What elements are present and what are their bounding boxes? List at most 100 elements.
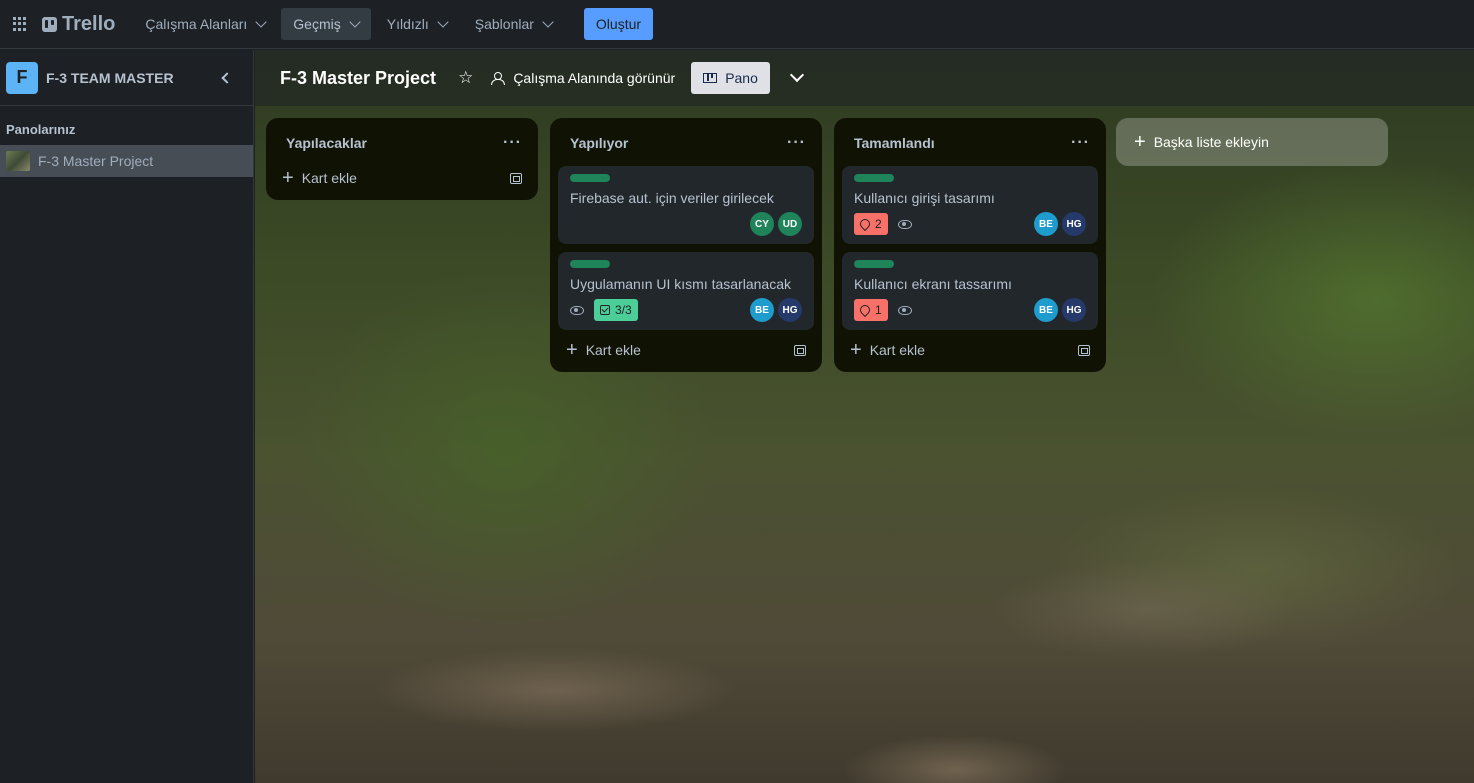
visibility-label: Çalışma Alanında görünür xyxy=(513,70,676,86)
card-title: Kullanıcı ekranı tassarımı xyxy=(854,276,1012,292)
checklist-icon xyxy=(600,305,610,315)
plus-icon: + xyxy=(850,339,862,361)
watch-icon xyxy=(897,219,912,229)
card-members: BE HG xyxy=(1034,212,1086,236)
boards-section-title: Panolarınız xyxy=(6,122,76,137)
trello-logo[interactable]: Trello xyxy=(42,13,115,36)
card[interactable]: Uygulamanın UI kısmı tasarlanacak 3/3 BE… xyxy=(558,252,814,330)
nav-workspaces-label: Çalışma Alanları xyxy=(145,16,248,32)
nav-starred[interactable]: Yıldızlı xyxy=(375,8,459,40)
watch-icon xyxy=(897,305,912,315)
add-card-label: Kart ekle xyxy=(869,342,925,358)
collapse-sidebar-button[interactable] xyxy=(211,64,239,92)
card-badges: 1 BE HG xyxy=(854,298,1086,322)
nav-recent[interactable]: Geçmiş xyxy=(281,8,371,40)
list-todo: Yapılacaklar ··· + Kart ekle xyxy=(266,118,538,200)
board-view-icon xyxy=(703,73,718,83)
list-header: Yapılacaklar ··· xyxy=(274,126,530,158)
chevron-down-icon[interactable] xyxy=(789,67,804,83)
chevron-down-icon xyxy=(349,16,361,28)
comment-badge: 1 xyxy=(854,299,888,321)
nav-templates-label: Şablonlar xyxy=(474,16,534,32)
board-thumbnail xyxy=(6,151,30,171)
board-canvas: F-3 Master Project ☆ Çalışma Alanında gö… xyxy=(255,50,1474,783)
chevron-down-icon xyxy=(542,16,554,28)
avatar[interactable]: BE xyxy=(750,298,774,322)
chevron-down-icon xyxy=(437,16,449,28)
badge-count: 1 xyxy=(875,303,882,317)
card[interactable]: Firebase aut. için veriler girilecek CY … xyxy=(558,166,814,244)
more-options-icon[interactable]: ··· xyxy=(1071,134,1090,152)
card-template-icon[interactable] xyxy=(510,172,522,184)
list-header: Yapılıyor ··· xyxy=(558,126,814,158)
card-label-green[interactable] xyxy=(854,260,894,268)
list-header: Tamamlandı ··· xyxy=(842,126,1098,158)
card-badges: 3/3 BE HG xyxy=(570,298,802,322)
watch-icon xyxy=(570,305,584,315)
logo-text: Trello xyxy=(62,12,116,35)
checklist-badge: 3/3 xyxy=(594,299,638,321)
add-card-button[interactable]: + Kart ekle xyxy=(558,334,814,366)
plus-icon: + xyxy=(282,167,294,189)
card[interactable]: Kullanıcı girişi tasarımı 2 BE HG xyxy=(842,166,1098,244)
add-card-button[interactable]: + Kart ekle xyxy=(842,334,1098,366)
badge-count: 2 xyxy=(875,217,882,231)
plus-icon: + xyxy=(1134,131,1146,153)
add-list-button[interactable]: + Başka liste ekleyin xyxy=(1116,118,1388,166)
plus-icon: + xyxy=(566,339,578,361)
list-title[interactable]: Yapılacaklar xyxy=(286,135,367,151)
card-template-icon[interactable] xyxy=(1078,344,1090,356)
workspace-header: F F-3 TEAM MASTER xyxy=(0,50,253,106)
add-card-button[interactable]: + Kart ekle xyxy=(274,162,530,194)
avatar[interactable]: HG xyxy=(1062,298,1086,322)
card-template-icon[interactable] xyxy=(794,344,806,356)
top-navigation-bar: Trello Çalışma Alanları Geçmiş Yıldızlı … xyxy=(0,0,1474,49)
list-title[interactable]: Yapılıyor xyxy=(570,135,628,151)
card-members: CY UD xyxy=(750,212,802,236)
board-header: F-3 Master Project ☆ Çalışma Alanında gö… xyxy=(255,50,1474,106)
sidebar-board-label: F-3 Master Project xyxy=(38,153,154,169)
workspace-name[interactable]: F-3 TEAM MASTER xyxy=(46,70,211,86)
list-done: Tamamlandı ··· Kullanıcı girişi tasarımı… xyxy=(834,118,1106,372)
workspace-avatar[interactable]: F xyxy=(6,61,38,94)
nav-templates[interactable]: Şablonlar xyxy=(463,8,564,40)
board-view-button[interactable]: Pano xyxy=(691,62,770,94)
avatar[interactable]: CY xyxy=(750,212,774,236)
board-title[interactable]: F-3 Master Project xyxy=(280,68,436,89)
add-card-label: Kart ekle xyxy=(301,170,357,186)
card-badges: 2 BE HG xyxy=(854,212,1086,236)
visibility-button[interactable]: Çalışma Alanında görünür xyxy=(491,70,675,86)
avatar[interactable]: BE xyxy=(1034,298,1058,322)
card-members: BE HG xyxy=(1034,298,1086,322)
card[interactable]: Kullanıcı ekranı tassarımı 1 BE HG xyxy=(842,252,1098,330)
checklist-count: 3/3 xyxy=(615,303,632,317)
star-icon[interactable]: ☆ xyxy=(458,68,473,88)
nav-workspaces[interactable]: Çalışma Alanları xyxy=(133,8,277,40)
card-label-green[interactable] xyxy=(570,174,610,182)
chevron-left-icon xyxy=(221,71,233,84)
avatar[interactable]: HG xyxy=(778,298,802,322)
card-badges: CY UD xyxy=(570,212,802,236)
avatar[interactable]: UD xyxy=(778,212,802,236)
trello-logo-icon xyxy=(42,16,57,32)
app-switcher-icon[interactable] xyxy=(10,14,30,34)
card-label-green[interactable] xyxy=(570,260,610,268)
card-members: BE HG xyxy=(750,298,802,322)
comment-icon xyxy=(857,216,873,232)
more-options-icon[interactable]: ··· xyxy=(787,134,806,152)
nav-recent-label: Geçmiş xyxy=(293,16,341,32)
card-label-green[interactable] xyxy=(854,174,894,182)
create-button[interactable]: Oluştur xyxy=(583,8,654,40)
chevron-down-icon xyxy=(255,16,267,28)
more-options-icon[interactable]: ··· xyxy=(503,134,522,152)
card-title: Firebase aut. için veriler girilecek xyxy=(570,190,774,206)
avatar[interactable]: HG xyxy=(1062,212,1086,236)
sidebar-board-item[interactable]: F-3 Master Project xyxy=(0,145,253,177)
add-list-label: Başka liste ekleyin xyxy=(1153,134,1269,150)
list-title[interactable]: Tamamlandı xyxy=(854,135,935,151)
sidebar: F F-3 TEAM MASTER Panolarınız F-3 Master… xyxy=(0,50,254,783)
card-title: Kullanıcı girişi tasarımı xyxy=(854,190,995,206)
nav-starred-label: Yıldızlı xyxy=(386,16,429,32)
avatar[interactable]: BE xyxy=(1034,212,1058,236)
comment-badge: 2 xyxy=(854,213,888,235)
